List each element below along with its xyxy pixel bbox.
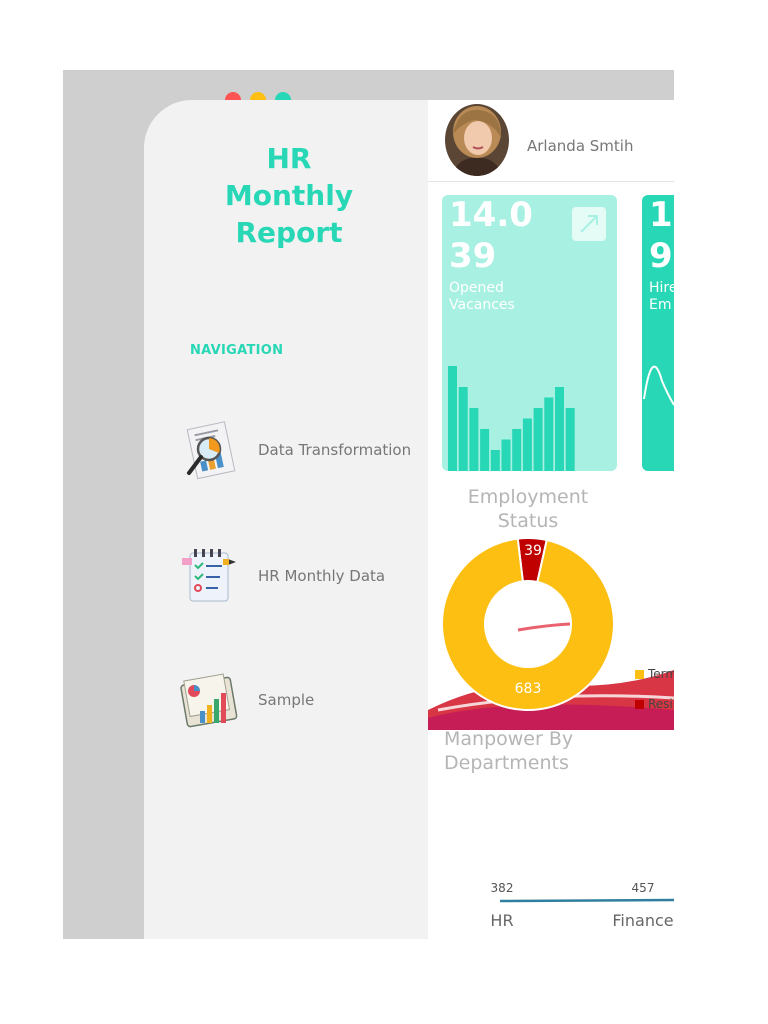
checklist-icon xyxy=(182,549,236,602)
vacancies-bar xyxy=(555,387,564,471)
nav-item-label: HR Monthly Data xyxy=(258,567,386,585)
top-bar: Arlanda Smtih xyxy=(428,100,674,182)
vacancies-bar xyxy=(512,429,522,471)
donut-label-secondary: 39 xyxy=(524,543,542,559)
donut-label-main: 683 xyxy=(515,681,542,697)
section-title-line: Employment xyxy=(467,486,589,508)
legend-swatch xyxy=(635,669,644,679)
vacancies-bar xyxy=(565,408,575,471)
vacancies-bar xyxy=(469,408,479,471)
nav-item-sample[interactable]: Sample xyxy=(176,667,314,733)
section-title-line: Manpower By xyxy=(444,728,574,750)
bar-chart-folder-icon xyxy=(180,673,238,728)
vacancies-bar xyxy=(544,397,554,471)
kpi-card-opened-vacancies: 14.0 39 Opened Vacances xyxy=(442,195,617,471)
kpi-label: Opened Vacances xyxy=(449,280,515,314)
expand-button[interactable] xyxy=(572,207,606,241)
vacancies-bar xyxy=(480,429,490,471)
vacancies-bar xyxy=(490,450,500,471)
section-title-line: Departments xyxy=(444,752,569,774)
legend-label: Resi xyxy=(648,697,673,711)
report-title: HR Monthly Report xyxy=(144,140,434,251)
nav-item-label: Sample xyxy=(258,691,315,709)
report-title-line: HR xyxy=(266,142,312,175)
hired-trend-line xyxy=(643,365,674,406)
dept-series-line xyxy=(499,898,674,903)
dept-value-label: 382 xyxy=(491,881,514,895)
avatar[interactable] xyxy=(445,104,509,176)
nav-item-hr-monthly-data[interactable]: HR Monthly Data xyxy=(176,543,385,609)
app-window: HR Monthly Report NAVIGATION Data Transf… xyxy=(63,70,674,939)
sidebar: HR Monthly Report NAVIGATION Data Transf… xyxy=(144,100,428,939)
legend-label: Term xyxy=(648,667,674,681)
vacancies-bar xyxy=(522,418,532,471)
manpower-dept-chart: 382 HR 457 Finance xyxy=(490,881,674,930)
vacancies-bar xyxy=(533,408,543,471)
vacancies-bar xyxy=(458,387,468,471)
dept-category-label: HR xyxy=(490,911,513,930)
legend-item: Resi xyxy=(635,697,673,711)
vacancies-bar xyxy=(448,366,457,471)
navigation-label: NAVIGATION xyxy=(190,343,284,358)
vacancies-bar xyxy=(501,439,511,471)
manpower-title: Manpower By Departments xyxy=(444,727,573,775)
kpi-value-line: 39 xyxy=(449,236,497,276)
kpi-value-line: 14.0 xyxy=(449,195,533,235)
legend-item: Term xyxy=(635,667,674,681)
report-title-line: Report xyxy=(235,216,343,249)
kpi-value: 14.0 39 xyxy=(449,195,533,277)
nav-item-label: Data Transformation xyxy=(258,441,412,459)
main-panel: Arlanda Smtih 14.0 39 Opened Vacances 1 … xyxy=(428,100,674,939)
nav-item-data-transformation[interactable]: Data Transformation xyxy=(176,417,411,483)
kpi-label-line: Opened xyxy=(449,280,504,296)
user-name: Arlanda Smtih xyxy=(527,137,634,155)
magnifier-report-icon xyxy=(186,421,236,480)
report-title-line: Monthly xyxy=(224,179,354,212)
dept-category-label: Finance xyxy=(612,911,673,930)
legend-swatch xyxy=(635,699,644,709)
dept-value-label: 457 xyxy=(632,881,655,895)
kpi-card-hired-employees: 1 9 Hire Em xyxy=(642,195,674,471)
user-photo-icon xyxy=(445,104,509,176)
kpi-label-line: Vacances xyxy=(449,297,515,313)
expand-arrow-icon xyxy=(580,215,598,233)
